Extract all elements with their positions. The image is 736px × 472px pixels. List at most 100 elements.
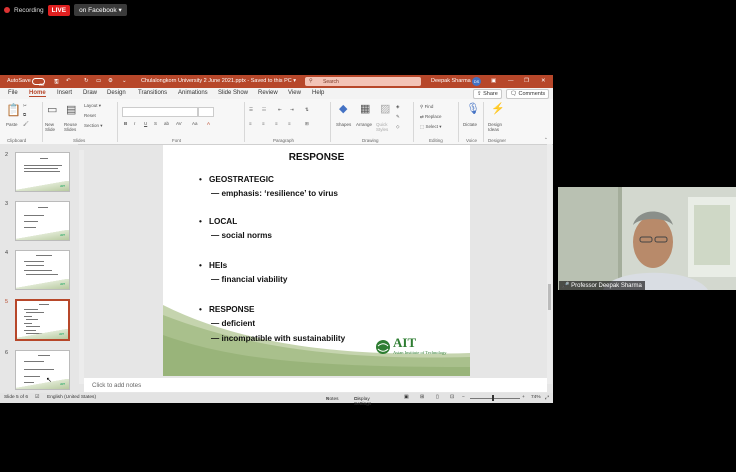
font-color-icon[interactable]: A	[207, 121, 210, 126]
tab-home[interactable]: Home	[29, 90, 46, 97]
normal-view-icon[interactable]: ▣	[404, 395, 409, 400]
reset-button[interactable]: Reset	[84, 113, 96, 118]
new-slide-button[interactable]: New Slide	[45, 122, 63, 132]
ribbon-display-icon[interactable]: ▣	[491, 78, 496, 84]
minimize-button[interactable]: —	[508, 78, 514, 84]
thumbnails-scrollbar[interactable]	[79, 150, 84, 384]
reading-view-icon[interactable]: ▯	[436, 395, 439, 400]
strikethrough-icon[interactable]: ab	[164, 121, 169, 126]
zoom-in-icon[interactable]: +	[522, 395, 525, 400]
scrollbar-thumb[interactable]	[548, 284, 551, 310]
italic-icon[interactable]: I	[134, 121, 135, 126]
shape-fill-icon[interactable]: ◈	[396, 104, 399, 110]
justify-icon[interactable]: ≡	[288, 121, 291, 126]
shapes-icon[interactable]: ◆	[339, 102, 347, 115]
notes-pane[interactable]: Click to add notes	[84, 378, 547, 392]
zoom-level[interactable]: 74%	[531, 395, 541, 400]
cut-icon[interactable]: ✂	[23, 103, 27, 109]
stream-destination-dropdown[interactable]: on Facebook ▾	[74, 4, 127, 16]
collapse-ribbon-icon[interactable]: ⌃	[544, 137, 548, 143]
select-button[interactable]: ⬚ Select ▾	[420, 124, 442, 130]
slide-sorter-icon[interactable]: ⊞	[420, 395, 424, 400]
tab-animations[interactable]: Animations	[178, 90, 208, 96]
slideshow-view-icon[interactable]: ⊡	[450, 395, 454, 400]
section-button[interactable]: Section ▾	[84, 123, 103, 129]
dictate-button[interactable]: Dictate	[463, 122, 477, 127]
close-button[interactable]: ✕	[541, 78, 546, 84]
tab-file[interactable]: File	[8, 90, 18, 96]
comments-button[interactable]: 🗨 Comments	[506, 89, 550, 99]
shapes-button[interactable]: Shapes	[336, 122, 351, 127]
user-name[interactable]: Deepak Sharma	[431, 78, 471, 84]
slide-thumbnail-3[interactable]: AIT	[15, 201, 70, 241]
copy-icon[interactable]: ⧉	[23, 112, 26, 117]
spacing-icon[interactable]: AV	[176, 121, 182, 126]
shape-outline-icon[interactable]: ✎	[396, 114, 400, 120]
paste-icon[interactable]: 📋	[6, 103, 21, 117]
tab-transitions[interactable]: Transitions	[138, 90, 167, 96]
shadow-icon[interactable]: S	[154, 121, 157, 126]
design-ideas-button[interactable]: Design Ideas	[488, 122, 506, 132]
from-beginning-icon[interactable]: ▭	[96, 78, 101, 84]
share-button[interactable]: ⇪ Share	[473, 89, 502, 99]
slide-scrollbar[interactable]	[547, 144, 552, 384]
indent-icon[interactable]: ⇤	[278, 107, 282, 113]
tab-review[interactable]: Review	[258, 90, 278, 96]
zoom-slider-handle[interactable]	[492, 395, 494, 401]
slide-thumbnail-2[interactable]: AIT	[15, 152, 70, 192]
tab-draw[interactable]: Draw	[83, 90, 97, 96]
align-right-icon[interactable]: ≡	[275, 121, 278, 126]
tab-design[interactable]: Design	[107, 90, 126, 96]
tab-help[interactable]: Help	[312, 90, 324, 96]
bullets-icon[interactable]: ☰	[249, 107, 253, 113]
new-slide-icon[interactable]: ▭	[47, 103, 57, 116]
smartart-icon[interactable]: ⊞	[305, 121, 309, 127]
font-size-input[interactable]	[198, 107, 214, 117]
slide-thumbnail-5-selected[interactable]: AIT	[15, 299, 70, 341]
shape-effects-icon[interactable]: ◇	[396, 124, 399, 130]
avatar[interactable]: DS	[472, 77, 481, 86]
change-case-icon[interactable]: Aa	[192, 121, 198, 126]
restore-button[interactable]: ❐	[524, 78, 529, 84]
spelling-icon[interactable]: ☑	[35, 395, 39, 400]
undo-icon[interactable]: ↶	[66, 78, 71, 84]
quick-styles-button[interactable]: Quick Styles	[376, 122, 394, 132]
fit-slide-icon[interactable]: ⤢	[545, 395, 549, 401]
font-name-input[interactable]	[122, 107, 198, 117]
customize-qat-icon[interactable]: ⌄	[122, 78, 127, 84]
slide-canvas[interactable]: RESPONSE • GEOSTRATEGIC — emphasis: ‘res…	[163, 145, 470, 376]
arrange-icon[interactable]: ▦	[360, 102, 370, 115]
underline-icon[interactable]: U	[144, 121, 147, 126]
zoom-out-icon[interactable]: −	[462, 395, 465, 400]
autosave-toggle[interactable]: Off	[32, 78, 45, 87]
quick-styles-icon[interactable]: ▨	[380, 102, 390, 115]
microphone-icon[interactable]: 🎙	[466, 102, 480, 115]
paste-button[interactable]: Paste	[6, 122, 18, 127]
design-ideas-icon[interactable]: ⚡	[491, 102, 505, 115]
outdent-icon[interactable]: ⇥	[290, 107, 294, 113]
tab-view[interactable]: View	[288, 90, 301, 96]
tab-insert[interactable]: Insert	[57, 90, 72, 96]
format-painter-icon[interactable]: 🖌	[23, 121, 29, 127]
slide-thumbnail-6[interactable]: AIT	[15, 350, 70, 390]
replace-button[interactable]: ⇄ Replace	[420, 114, 442, 120]
align-left-icon[interactable]: ≡	[249, 121, 252, 126]
redo-icon[interactable]: ↻	[84, 78, 89, 84]
text-direction-icon[interactable]: ⇅	[305, 107, 309, 113]
bold-icon[interactable]: B	[124, 121, 127, 126]
align-center-icon[interactable]: ≡	[262, 121, 265, 126]
reuse-slides-icon[interactable]: ▤	[66, 103, 76, 116]
slide-thumbnail-4[interactable]: AIT	[15, 250, 70, 290]
tab-slide-show[interactable]: Slide Show	[218, 90, 248, 96]
bullet-subitem: — social norms	[211, 231, 272, 240]
search-box[interactable]: ⚲ Search	[305, 77, 421, 86]
reuse-slides-button[interactable]: Reuse Slides	[64, 122, 82, 132]
zoom-slider[interactable]	[470, 395, 520, 401]
save-icon[interactable]: 🖫	[54, 78, 59, 87]
language-indicator[interactable]: English (United States)	[47, 395, 96, 400]
numbering-icon[interactable]: ☷	[262, 107, 266, 113]
find-button[interactable]: ⚲ Find	[420, 104, 433, 110]
layout-button[interactable]: Layout ▾	[84, 103, 101, 109]
arrange-button[interactable]: Arrange	[356, 122, 372, 127]
quick-access-icon[interactable]: ⚙	[108, 78, 113, 84]
